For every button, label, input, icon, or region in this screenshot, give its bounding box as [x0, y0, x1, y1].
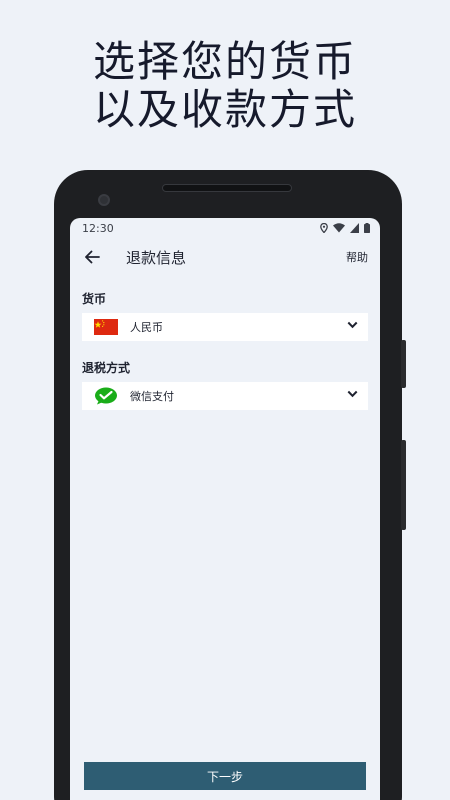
wifi-icon	[333, 223, 345, 233]
page: 选择您的货币 以及收款方式 12:30 退款信息 帮助 货币 人民币 退税方式 …	[0, 0, 450, 800]
payment-method-value: 微信支付	[130, 390, 174, 403]
help-link[interactable]: 帮助	[346, 249, 368, 265]
phone-speaker	[162, 184, 292, 192]
headline-line-2: 以及收款方式	[92, 85, 357, 134]
next-button[interactable]: 下一步	[84, 762, 366, 790]
phone-frame: 12:30 退款信息 帮助 货币 人民币 退税方式 微信支付 下一步	[54, 170, 406, 800]
phone-side-button	[401, 340, 406, 388]
signal-icon	[350, 223, 359, 233]
status-icons	[320, 223, 370, 233]
chevron-down-icon	[347, 390, 358, 398]
phone-volume-button	[401, 440, 406, 530]
headline-line-1: 选择您的货币	[92, 37, 357, 86]
currency-select[interactable]: 人民币	[82, 313, 368, 341]
page-title: 退款信息	[126, 248, 187, 267]
front-camera	[98, 194, 110, 206]
payment-method-label: 退税方式	[82, 361, 131, 375]
currency-label: 货币	[82, 292, 107, 306]
location-icon	[320, 223, 328, 233]
battery-icon	[364, 223, 370, 233]
headline: 选择您的货币 以及收款方式	[0, 38, 450, 134]
status-bar: 12:30	[70, 218, 380, 238]
app-bar: 退款信息 帮助	[70, 238, 380, 276]
chevron-down-icon	[347, 321, 358, 329]
back-arrow-icon[interactable]	[84, 247, 104, 267]
currency-value: 人民币	[130, 321, 163, 334]
payment-method-select[interactable]: 微信支付	[82, 382, 368, 410]
status-time: 12:30	[82, 221, 114, 235]
wechat-pay-icon	[94, 387, 118, 405]
phone-screen: 12:30 退款信息 帮助 货币 人民币 退税方式 微信支付 下一步	[70, 218, 380, 800]
china-flag-icon	[94, 319, 118, 335]
